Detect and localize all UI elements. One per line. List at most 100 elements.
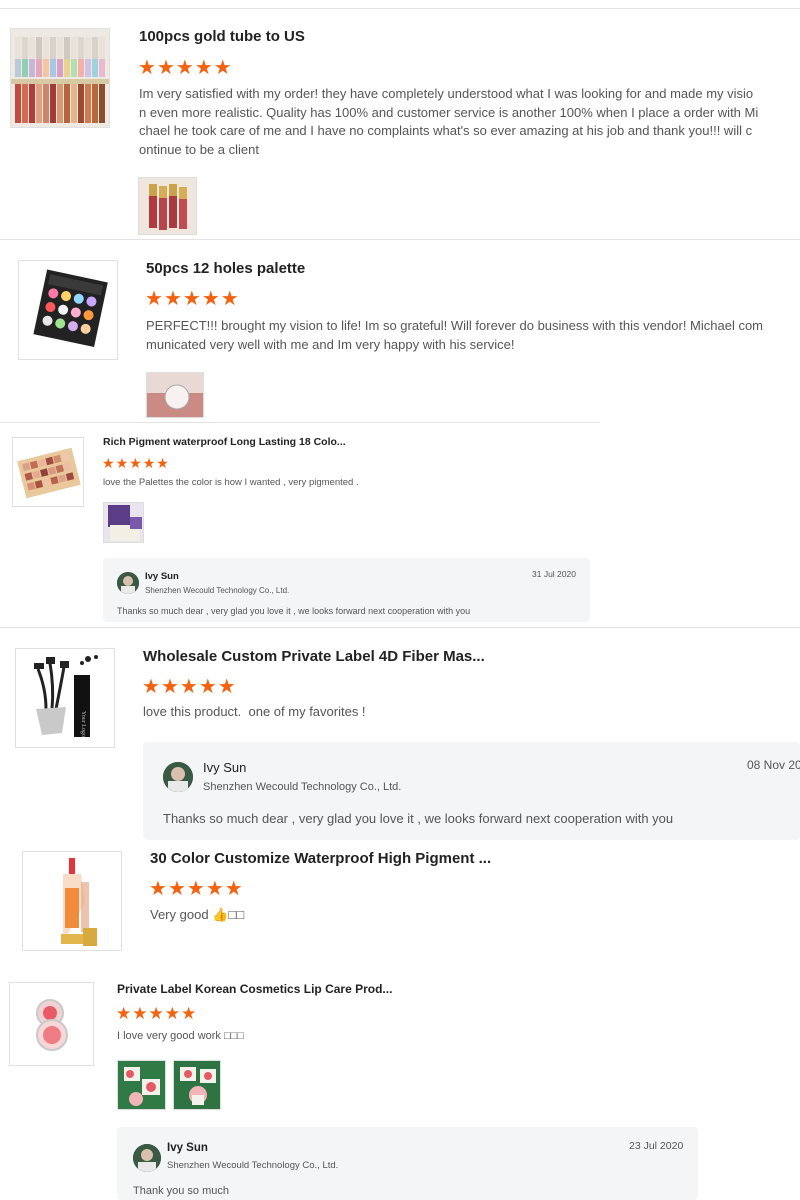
avatar: [133, 1144, 161, 1172]
star-icon: ★: [164, 1004, 180, 1023]
star-icon: ★: [163, 288, 182, 310]
star-icon: ★: [149, 878, 167, 900]
lip-balm-photo-2: [174, 1061, 220, 1109]
reply-date: 23 Jul 2020: [629, 1140, 684, 1152]
product-thumbnail-lip-balm[interactable]: [9, 982, 94, 1066]
review-title[interactable]: Rich Pigment waterproof Long Lasting 18 …: [103, 436, 346, 448]
reply-company: Shenzhen Wecould Technology Co., Ltd.: [167, 1160, 339, 1171]
review-title[interactable]: Wholesale Custom Private Label 4D Fiber …: [143, 648, 485, 665]
review-text-line: PERFECT!!! brought my vision to life! Im…: [146, 318, 764, 333]
star-icon: ★: [132, 1004, 148, 1023]
star-icon: ★: [138, 57, 156, 79]
star-icon: ★: [102, 455, 115, 471]
reply-company: Shenzhen Wecould Technology Co., Ltd.: [203, 781, 402, 793]
product-thumbnail-lip-gloss-tubes[interactable]: [10, 28, 110, 128]
rating-stars: ★ ★ ★ ★ ★: [149, 879, 244, 899]
reply-date: 31 Jul 2020: [532, 569, 576, 579]
review-title[interactable]: Private Label Korean Cosmetics Lip Care …: [117, 982, 392, 996]
divider: [0, 239, 800, 240]
reply-date: 08 Nov 20: [747, 758, 800, 772]
product-thumbnail-palette[interactable]: [18, 260, 118, 360]
star-icon: ★: [142, 676, 160, 698]
product-thumbnail-lip-gloss[interactable]: [22, 851, 122, 951]
reply-author: Ivy Sun: [167, 1142, 208, 1154]
reply-text: Thank you so much: [133, 1185, 229, 1197]
star-icon: ★: [186, 878, 205, 900]
star-icon: ★: [198, 676, 217, 698]
rating-stars: ★ ★ ★ ★ ★: [116, 1005, 197, 1022]
seller-reply: Ivy Sun Shenzhen Wecould Technology Co.,…: [117, 1127, 698, 1200]
star-icon: ★: [148, 1004, 164, 1023]
palette-box-photo: [104, 503, 143, 542]
review-text: Im very satisfied with my order! they ha…: [139, 85, 794, 159]
product-thumbnail-mascara[interactable]: Your Logo: [15, 648, 115, 748]
review-text: love this product. one of my favorites !: [143, 704, 366, 719]
star-icon: ★: [175, 57, 194, 79]
divider: [0, 627, 800, 628]
star-icon: ★: [224, 878, 243, 900]
avatar-image: [133, 1144, 161, 1172]
star-icon: ★: [145, 288, 163, 310]
lip-balm-image: [10, 983, 93, 1065]
mascara-image: Your Logo: [16, 649, 114, 747]
review-text-line: ontinue to be a client: [139, 141, 259, 157]
review-photo[interactable]: [173, 1060, 221, 1110]
divider: [0, 422, 600, 423]
review-photo[interactable]: [103, 502, 144, 543]
star-icon: ★: [205, 878, 224, 900]
review-title[interactable]: 30 Color Customize Waterproof High Pigme…: [150, 850, 491, 867]
star-icon: ★: [115, 455, 129, 471]
rating-stars: ★ ★ ★ ★ ★: [138, 58, 233, 78]
star-icon: ★: [167, 878, 186, 900]
star-icon: ★: [142, 455, 156, 471]
review-text: Very good 👍□□: [150, 907, 245, 922]
lip-gloss-image: [23, 852, 121, 950]
star-icon: ★: [201, 288, 220, 310]
palette-photo: [147, 373, 203, 417]
star-icon: ★: [156, 57, 175, 79]
star-icon: ★: [220, 288, 239, 310]
star-icon: ★: [182, 288, 201, 310]
star-icon: ★: [116, 1004, 132, 1023]
review-text: love the Palettes the color is how I wan…: [103, 477, 359, 488]
review-text: I love very good work □□□: [117, 1030, 244, 1042]
star-icon: ★: [213, 57, 232, 79]
star-icon: ★: [194, 57, 213, 79]
avatar: [163, 762, 193, 792]
divider: [0, 8, 800, 9]
review-title[interactable]: 50pcs 12 holes palette: [146, 260, 305, 277]
avatar-image: [117, 572, 139, 594]
rating-stars: ★ ★ ★ ★ ★: [102, 456, 170, 470]
reply-author: Ivy Sun: [145, 571, 179, 582]
rating-stars: ★ ★ ★ ★ ★: [142, 677, 237, 697]
review-text-line: n even more realistic. Quality has 100% …: [139, 104, 759, 120]
gold-tubes-photo: [139, 178, 196, 234]
reply-text: Thanks so much dear , very glad you love…: [117, 606, 471, 616]
avatar: [117, 572, 139, 594]
svg-text:Your Logo: Your Logo: [80, 711, 86, 737]
review-text-line: municated very well with me and Im very …: [146, 337, 515, 352]
avatar-image: [163, 762, 193, 792]
review-text-line: chael he took care of me and I have no c…: [139, 123, 753, 138]
review-photo[interactable]: [117, 1060, 166, 1110]
reply-author: Ivy Sun: [203, 760, 247, 775]
review-photo[interactable]: [138, 177, 197, 235]
seller-reply: Ivy Sun Shenzhen Wecould Technology Co.,…: [103, 558, 590, 622]
palette-image: [19, 261, 117, 359]
seller-reply: Ivy Sun Shenzhen Wecould Technology Co.,…: [143, 742, 800, 840]
review-text-line: Im very satisfied with my order! they ha…: [139, 86, 754, 101]
reply-company: Shenzhen Wecould Technology Co., Ltd.: [145, 586, 290, 595]
star-icon: ★: [217, 676, 236, 698]
eyeshadow-palette-image: [13, 438, 83, 506]
star-icon: ★: [129, 455, 142, 471]
star-icon: ★: [179, 676, 198, 698]
rating-stars: ★ ★ ★ ★ ★: [145, 289, 240, 309]
reply-text: Thanks so much dear , very glad you love…: [163, 811, 674, 826]
star-icon: ★: [160, 676, 179, 698]
review-text: PERFECT!!! brought my vision to life! Im…: [146, 316, 796, 354]
review-photo[interactable]: [146, 372, 204, 418]
review-title[interactable]: 100pcs gold tube to US: [139, 28, 305, 45]
lip-gloss-tubes-image: [11, 29, 109, 127]
product-thumbnail-eyeshadow-palette[interactable]: [12, 437, 84, 507]
star-icon: ★: [156, 455, 169, 471]
